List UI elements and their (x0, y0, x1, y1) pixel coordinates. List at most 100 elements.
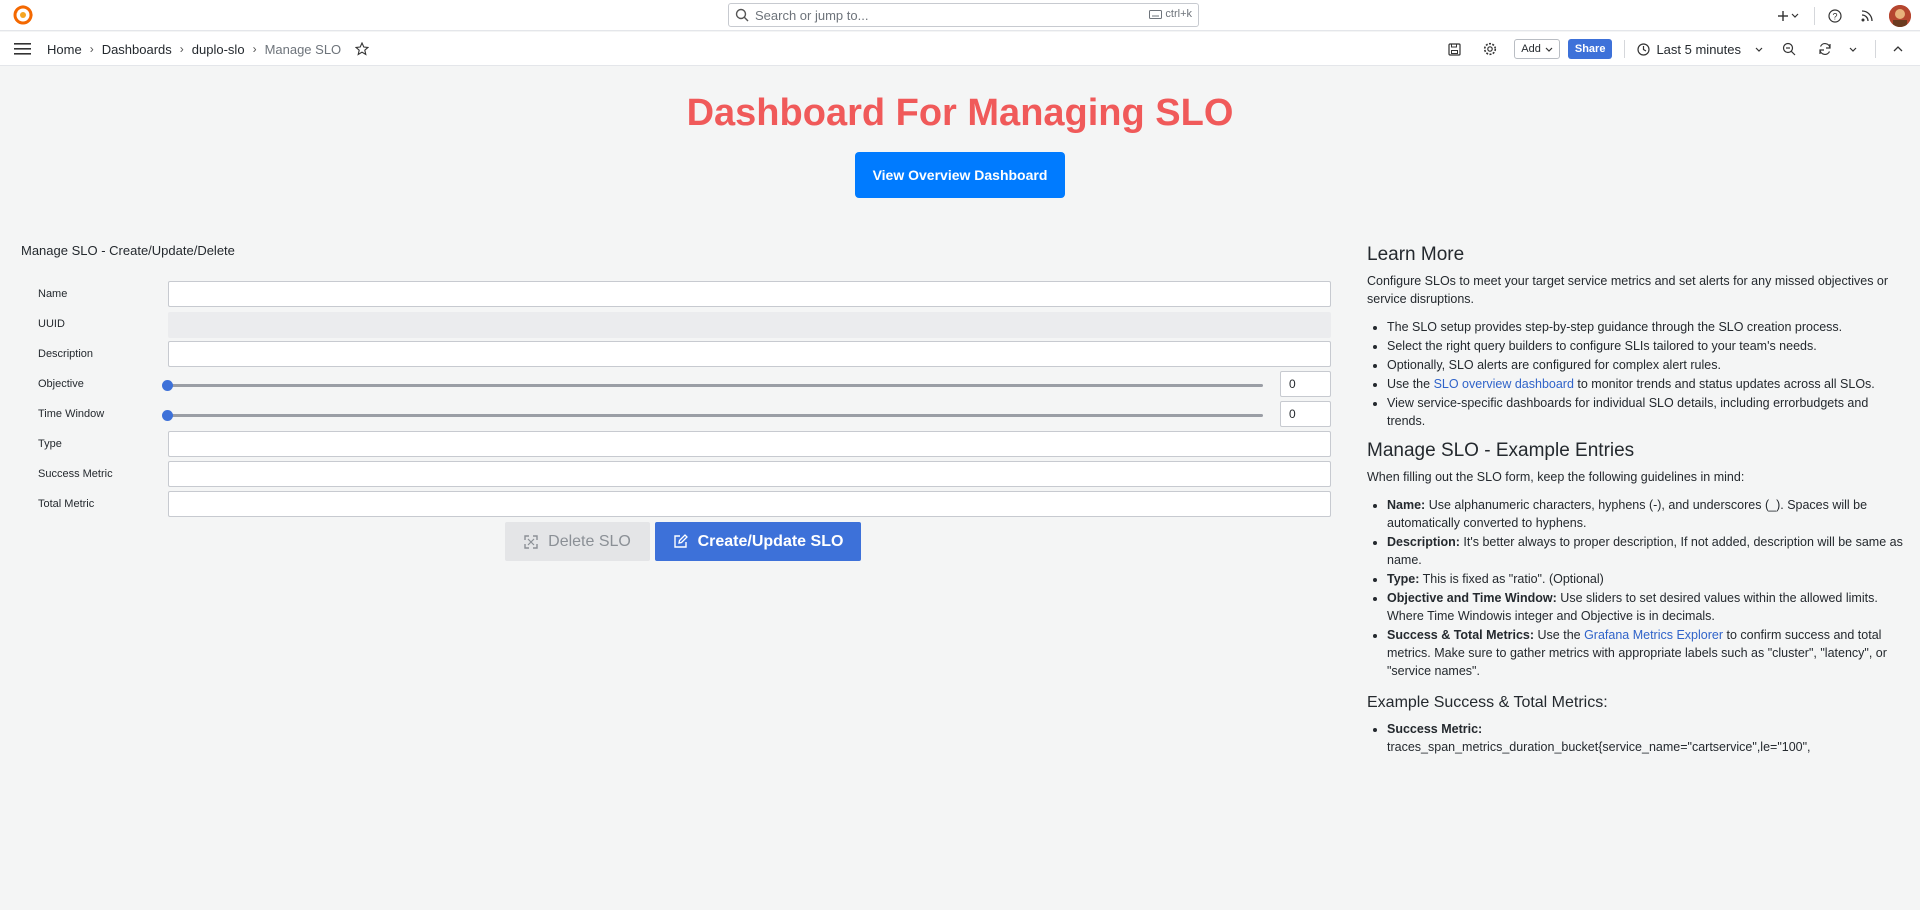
help-icon[interactable]: ? (1827, 8, 1843, 24)
delete-slo-label: Delete SLO (548, 532, 631, 550)
name-field[interactable] (168, 281, 1331, 307)
time-window-value-input[interactable]: 0 (1280, 401, 1331, 427)
example-entries-intro: When filling out the SLO form, keep the … (1367, 470, 1745, 484)
search-icon (735, 8, 749, 22)
list-item: Success Metric: traces_span_metrics_durat… (1387, 720, 1907, 756)
delete-expand-icon (524, 534, 538, 549)
list-item-text: Use the (1387, 377, 1434, 391)
create-update-slo-button[interactable]: Create/Update SLO (655, 522, 861, 561)
time-range-label: Last 5 minutes (1656, 41, 1741, 57)
view-overview-dashboard-button[interactable]: View Overview Dashboard (855, 152, 1065, 198)
chevron-down-icon (1755, 47, 1763, 52)
objective-slider-thumb[interactable] (162, 380, 173, 391)
list-item: Use the SLO overview dashboard to monito… (1387, 375, 1907, 393)
list-item-key: Success Metric: (1387, 722, 1483, 736)
svg-text:?: ? (1832, 11, 1837, 21)
add-button[interactable]: Add (1514, 39, 1560, 59)
breadcrumb-folder[interactable]: duplo-slo (192, 42, 245, 57)
objective-value-input[interactable]: 0 (1280, 371, 1331, 397)
list-item: Optionally, SLO alerts are configured fo… (1387, 356, 1907, 374)
time-window-slider-track[interactable] (167, 414, 1263, 417)
new-plus-icon[interactable] (1776, 8, 1802, 24)
settings-gear-icon[interactable] (1482, 41, 1498, 57)
news-rss-icon[interactable] (1859, 8, 1875, 24)
breadcrumb-home[interactable]: Home (47, 42, 82, 57)
description-label: Description (38, 348, 94, 360)
shortcut-label: ctrl+k (1165, 8, 1192, 20)
add-button-label: Add (1521, 43, 1541, 55)
dashboard-title: Dashboard For Managing SLO (686, 92, 1234, 134)
top-bar: Search or jump to... ctrl+k ? (0, 0, 1920, 31)
example-metrics-heading: Example Success & Total Metrics: (1367, 694, 1608, 711)
search-input[interactable]: Search or jump to... ctrl+k (728, 3, 1199, 27)
list-item-key: Description: (1387, 535, 1460, 549)
list-item-key: Objective and Time Window: (1387, 591, 1557, 605)
form-panel-title: Manage SLO - Create/Update/Delete (21, 243, 235, 258)
save-icon[interactable] (1446, 41, 1462, 57)
search-placeholder: Search or jump to... (755, 7, 869, 23)
grafana-metrics-explorer-link[interactable]: Grafana Metrics Explorer (1584, 628, 1723, 642)
search-shortcut: ctrl+k (1149, 8, 1192, 20)
breadcrumb-current: Manage SLO (264, 41, 342, 57)
type-label: Type (38, 438, 62, 450)
time-window-slider-thumb[interactable] (162, 410, 173, 421)
grafana-logo-icon[interactable] (12, 4, 34, 26)
example-entries-heading: Manage SLO - Example Entries (1367, 440, 1635, 461)
refresh-interval-chevron-down-icon[interactable] (1845, 41, 1861, 57)
list-item-text: Use alphanumeric characters, hyphens (-)… (1387, 498, 1868, 530)
list-item: Select the right query builders to confi… (1387, 337, 1907, 355)
total-metric-label: Total Metric (38, 498, 95, 510)
name-label: Name (38, 288, 68, 300)
list-item: Objective and Time Window: Use sliders t… (1387, 589, 1907, 625)
list-item: The SLO setup provides step-by-step guid… (1387, 318, 1907, 336)
list-item-text: to monitor trends and status updates acr… (1573, 377, 1875, 391)
chevron-right-icon: › (252, 42, 257, 56)
menu-icon[interactable] (14, 42, 31, 56)
keyboard-icon (1149, 9, 1163, 19)
chevron-right-icon: › (89, 42, 94, 56)
list-item: Description: It's better always to prope… (1387, 533, 1907, 569)
list-item-key: Success & Total Metrics: (1387, 628, 1535, 642)
list-item-text: It's better always to proper description… (1387, 535, 1903, 567)
chevron-right-icon: › (179, 42, 184, 56)
list-item: Name: Use alphanumeric characters, hyphe… (1387, 496, 1907, 532)
list-item-text: This is fixed as "ratio". (Optional) (1419, 572, 1604, 586)
divider (1814, 6, 1815, 25)
slo-overview-dashboard-link[interactable]: SLO overview dashboard (1434, 377, 1574, 391)
example-metrics-list: Success Metric: traces_span_metrics_durat… (1367, 720, 1907, 756)
example-entries-list: Name: Use alphanumeric characters, hyphe… (1367, 496, 1907, 680)
refresh-icon[interactable] (1817, 41, 1833, 57)
list-item: View service-specific dashboards for ind… (1387, 394, 1907, 430)
learn-more-heading: Learn More (1367, 244, 1465, 265)
list-item-text: traces_span_metrics_duration_bucket{serv… (1387, 740, 1811, 754)
time-window-label: Time Window (38, 408, 105, 420)
create-update-slo-label: Create/Update SLO (697, 532, 844, 550)
uuid-field (168, 312, 1331, 338)
divider (1875, 40, 1876, 58)
objective-slider-track[interactable] (167, 384, 1263, 387)
list-item-key: Name: (1387, 498, 1426, 512)
type-field[interactable] (168, 431, 1331, 457)
user-avatar[interactable] (1889, 4, 1911, 27)
list-item: Type: This is fixed as "ratio". (Optiona… (1387, 570, 1907, 588)
zoom-out-icon[interactable] (1781, 41, 1797, 57)
total-metric-field[interactable] (168, 491, 1331, 517)
collapse-chevron-up-icon[interactable] (1890, 41, 1906, 57)
delete-slo-button[interactable]: Delete SLO (505, 522, 650, 561)
list-item: Success & Total Metrics: Use the Grafana… (1387, 626, 1907, 680)
breadcrumb-dashboards[interactable]: Dashboards (102, 42, 172, 57)
share-button[interactable]: Share (1567, 39, 1613, 59)
star-icon[interactable] (355, 42, 370, 56)
uuid-label: UUID (38, 318, 65, 330)
dashboard-nav-bar: Home › Dashboards › duplo-slo › Manage S… (0, 32, 1920, 66)
objective-label: Objective (38, 378, 84, 390)
divider (1624, 40, 1626, 58)
clock-icon (1637, 42, 1651, 56)
time-range-picker[interactable]: Last 5 minutes (1637, 42, 1763, 57)
success-metric-field[interactable] (168, 461, 1331, 487)
learn-more-list: The SLO setup provides step-by-step guid… (1367, 318, 1907, 430)
list-item-key: Type: (1387, 572, 1420, 586)
learn-more-intro: Configure SLOs to meet your target servi… (1367, 274, 1889, 306)
description-field[interactable] (168, 341, 1331, 367)
info-panel: Learn More Configure SLOs to meet your t… (1367, 244, 1907, 766)
